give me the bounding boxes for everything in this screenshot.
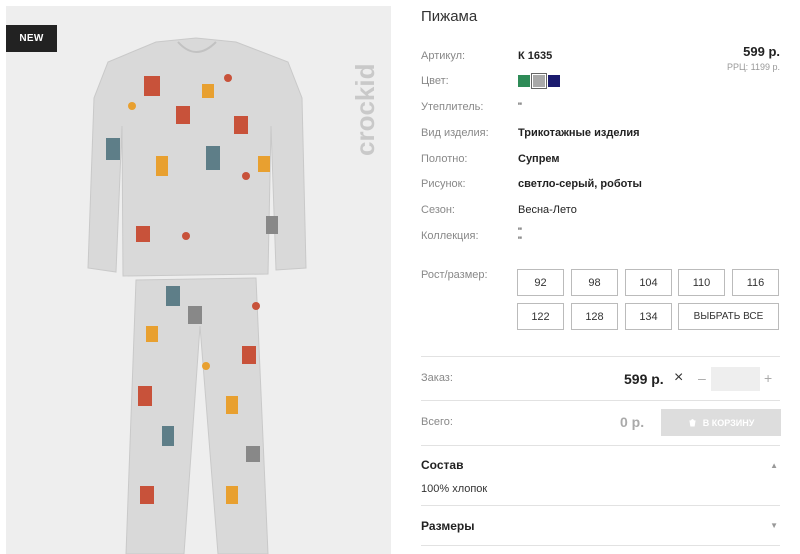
size-option-128[interactable]: 128: [571, 303, 618, 330]
fabric-label: Полотно:: [421, 153, 468, 165]
size-label: Рост/размер:: [421, 269, 488, 281]
size-option-98[interactable]: 98: [571, 269, 618, 296]
divider: [421, 545, 780, 546]
article-value: К 1635: [518, 50, 553, 62]
pattern-label: Рисунок:: [421, 178, 466, 190]
item-type-label: Вид изделия:: [421, 127, 489, 139]
divider: [421, 445, 780, 446]
size-option-134[interactable]: 134: [625, 303, 672, 330]
product-title: Пижама: [421, 8, 478, 25]
size-option-110[interactable]: 110: [678, 269, 725, 296]
size-option-122[interactable]: 122: [517, 303, 564, 330]
new-badge: NEW: [6, 25, 57, 52]
fabric-value: Супрем: [518, 153, 560, 165]
color-swatch-navy[interactable]: [548, 75, 560, 87]
size-chart-title[interactable]: Размеры: [421, 519, 474, 533]
color-label: Цвет:: [421, 75, 449, 87]
composition-text: 100% хлопок: [421, 483, 488, 495]
increase-quantity-button[interactable]: +: [764, 370, 772, 386]
chevron-up-icon[interactable]: ▲: [770, 461, 778, 470]
color-swatch-green[interactable]: [518, 75, 530, 87]
season-value: Весна-Лето: [518, 204, 577, 216]
season-label: Сезон:: [421, 204, 455, 216]
pajama-illustration: [87, 37, 307, 554]
cart-icon: [689, 419, 696, 427]
order-price: 599 р.: [624, 371, 664, 387]
add-to-cart-label: В КОРЗИНУ: [702, 417, 755, 428]
product-price: 599 р.: [743, 44, 780, 59]
item-type-value: Трикотажные изделия: [518, 127, 640, 139]
size-option-104[interactable]: 104: [625, 269, 672, 296]
size-option-116[interactable]: 116: [732, 269, 779, 296]
total-label: Всего:: [421, 416, 453, 428]
multiply-icon: ×: [674, 369, 684, 386]
quantity-input[interactable]: [711, 367, 760, 391]
svg-text:crockid: crockid: [352, 64, 380, 157]
divider: [421, 505, 780, 506]
pattern-value: светло-серый, роботы: [518, 178, 642, 190]
rrp-price: РРЦ: 1199 р.: [726, 62, 780, 72]
divider: [421, 356, 780, 357]
collection-value: " ": [518, 226, 522, 247]
select-all-sizes-button[interactable]: ВЫБРАТЬ ВСЕ: [678, 303, 779, 330]
insulation-value: ": [518, 101, 522, 113]
color-swatches: [518, 73, 560, 89]
add-to-cart-button[interactable]: В КОРЗИНУ: [661, 409, 781, 436]
chevron-down-icon[interactable]: ▼: [770, 521, 778, 530]
size-option-92[interactable]: 92: [517, 269, 564, 296]
color-swatch-grey[interactable]: [531, 73, 547, 89]
insulation-label: Утеплитель:: [421, 101, 484, 113]
order-label: Заказ:: [421, 372, 453, 384]
decrease-quantity-button[interactable]: –: [698, 370, 706, 386]
total-value: 0 р.: [620, 414, 645, 430]
collection-label: Коллекция:: [421, 230, 479, 242]
article-label: Артикул:: [421, 50, 466, 62]
composition-title[interactable]: Состав: [421, 458, 463, 472]
divider: [421, 400, 780, 401]
product-photo[interactable]: NEW crockid: [6, 6, 391, 554]
brand-logo: crockid: [352, 64, 380, 157]
